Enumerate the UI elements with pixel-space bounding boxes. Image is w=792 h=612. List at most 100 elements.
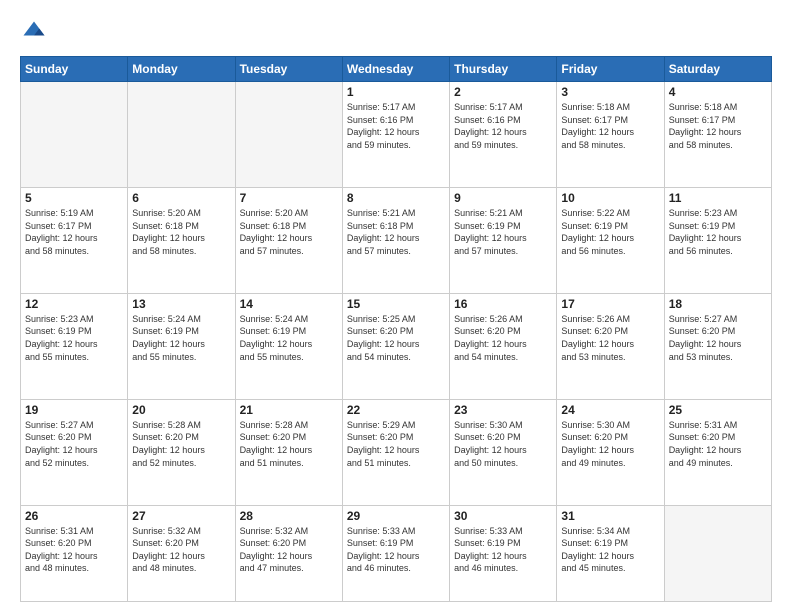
calendar-cell: 29Sunrise: 5:33 AM Sunset: 6:19 PM Dayli…: [342, 505, 449, 601]
calendar-cell: 24Sunrise: 5:30 AM Sunset: 6:20 PM Dayli…: [557, 399, 664, 505]
day-info: Sunrise: 5:27 AM Sunset: 6:20 PM Dayligh…: [669, 313, 767, 363]
calendar-table: SundayMondayTuesdayWednesdayThursdayFrid…: [20, 56, 772, 602]
weekday-header-saturday: Saturday: [664, 57, 771, 82]
calendar-cell: 2 Sunrise: 5:17 AM Sunset: 6:16 PM Daylig…: [450, 82, 557, 188]
day-number: 16: [454, 297, 552, 311]
day-number: 23: [454, 403, 552, 417]
day-info: Sunrise: 5:31 AM Sunset: 6:20 PM Dayligh…: [669, 419, 767, 469]
day-info: Sunrise: 5:30 AM Sunset: 6:20 PM Dayligh…: [454, 419, 552, 469]
day-info: Sunrise: 5:22 AM Sunset: 6:19 PM Dayligh…: [561, 207, 659, 257]
day-info: Sunrise: 5:25 AM Sunset: 6:20 PM Dayligh…: [347, 313, 445, 363]
day-info: Sunrise: 5:34 AM Sunset: 6:19 PM Dayligh…: [561, 525, 659, 575]
weekday-header-row: SundayMondayTuesdayWednesdayThursdayFrid…: [21, 57, 772, 82]
day-number: 10: [561, 191, 659, 205]
day-info: Sunrise: 5:17 AM Sunset: 6:16 PM Dayligh…: [454, 101, 552, 151]
day-number: 8: [347, 191, 445, 205]
calendar-cell: 27 Sunrise: 5:32 AM Sunset: 6:20 PM Dayli…: [128, 505, 235, 601]
day-info: Sunrise: 5:28 AM Sunset: 6:20 PM Dayligh…: [240, 419, 338, 469]
day-number: 1: [347, 85, 445, 99]
day-info: Sunrise: 5:26 AM Sunset: 6:20 PM Dayligh…: [454, 313, 552, 363]
calendar-cell: 31 Sunrise: 5:34 AM Sunset: 6:19 PM Dayli…: [557, 505, 664, 601]
day-number: 19: [25, 403, 123, 417]
day-info: Sunrise: 5:28 AM Sunset: 6:20 PM Dayligh…: [132, 419, 230, 469]
day-number: 11: [669, 191, 767, 205]
calendar-cell: 16 Sunrise: 5:26 AM Sunset: 6:20 PM Dayli…: [450, 293, 557, 399]
day-info: Sunrise: 5:26 AM Sunset: 6:20 PM Dayligh…: [561, 313, 659, 363]
weekday-header-monday: Monday: [128, 57, 235, 82]
day-info: Sunrise: 5:33 AM Sunset: 6:19 PM Dayligh…: [347, 525, 445, 575]
day-number: 7: [240, 191, 338, 205]
day-info: Sunrise: 5:27 AM Sunset: 6:20 PM Dayligh…: [25, 419, 123, 469]
calendar-cell: [235, 82, 342, 188]
day-info: Sunrise: 5:33 AM Sunset: 6:19 PM Dayligh…: [454, 525, 552, 575]
calendar-week-1: 1 Sunrise: 5:17 AM Sunset: 6:16 PM Daylig…: [21, 82, 772, 188]
day-info: Sunrise: 5:29 AM Sunset: 6:20 PM Dayligh…: [347, 419, 445, 469]
logo: [20, 18, 52, 46]
calendar-cell: 5Sunrise: 5:19 AM Sunset: 6:17 PM Daylig…: [21, 187, 128, 293]
day-info: Sunrise: 5:21 AM Sunset: 6:19 PM Dayligh…: [454, 207, 552, 257]
calendar-cell: 6 Sunrise: 5:20 AM Sunset: 6:18 PM Daylig…: [128, 187, 235, 293]
day-info: Sunrise: 5:30 AM Sunset: 6:20 PM Dayligh…: [561, 419, 659, 469]
day-number: 17: [561, 297, 659, 311]
day-number: 26: [25, 509, 123, 523]
day-number: 21: [240, 403, 338, 417]
calendar-cell: [21, 82, 128, 188]
day-info: Sunrise: 5:31 AM Sunset: 6:20 PM Dayligh…: [25, 525, 123, 575]
day-info: Sunrise: 5:24 AM Sunset: 6:19 PM Dayligh…: [240, 313, 338, 363]
day-info: Sunrise: 5:23 AM Sunset: 6:19 PM Dayligh…: [669, 207, 767, 257]
calendar-cell: [664, 505, 771, 601]
day-info: Sunrise: 5:19 AM Sunset: 6:17 PM Dayligh…: [25, 207, 123, 257]
header: [20, 18, 772, 46]
calendar-cell: 7 Sunrise: 5:20 AM Sunset: 6:18 PM Daylig…: [235, 187, 342, 293]
weekday-header-wednesday: Wednesday: [342, 57, 449, 82]
calendar-cell: 17 Sunrise: 5:26 AM Sunset: 6:20 PM Dayli…: [557, 293, 664, 399]
day-info: Sunrise: 5:23 AM Sunset: 6:19 PM Dayligh…: [25, 313, 123, 363]
day-info: Sunrise: 5:21 AM Sunset: 6:18 PM Dayligh…: [347, 207, 445, 257]
calendar-cell: 13Sunrise: 5:24 AM Sunset: 6:19 PM Dayli…: [128, 293, 235, 399]
day-number: 4: [669, 85, 767, 99]
day-number: 22: [347, 403, 445, 417]
calendar-cell: 23 Sunrise: 5:30 AM Sunset: 6:20 PM Dayli…: [450, 399, 557, 505]
day-number: 13: [132, 297, 230, 311]
day-number: 2: [454, 85, 552, 99]
calendar-cell: 1 Sunrise: 5:17 AM Sunset: 6:16 PM Daylig…: [342, 82, 449, 188]
weekday-header-friday: Friday: [557, 57, 664, 82]
day-info: Sunrise: 5:20 AM Sunset: 6:18 PM Dayligh…: [240, 207, 338, 257]
calendar-cell: 18Sunrise: 5:27 AM Sunset: 6:20 PM Dayli…: [664, 293, 771, 399]
calendar-cell: 15Sunrise: 5:25 AM Sunset: 6:20 PM Dayli…: [342, 293, 449, 399]
day-info: Sunrise: 5:20 AM Sunset: 6:18 PM Dayligh…: [132, 207, 230, 257]
day-number: 25: [669, 403, 767, 417]
calendar-cell: 22 Sunrise: 5:29 AM Sunset: 6:20 PM Dayli…: [342, 399, 449, 505]
day-number: 6: [132, 191, 230, 205]
day-number: 20: [132, 403, 230, 417]
calendar-cell: 12 Sunrise: 5:23 AM Sunset: 6:19 PM Dayli…: [21, 293, 128, 399]
weekday-header-sunday: Sunday: [21, 57, 128, 82]
day-number: 14: [240, 297, 338, 311]
logo-icon: [20, 18, 48, 46]
calendar-cell: 21 Sunrise: 5:28 AM Sunset: 6:20 PM Dayli…: [235, 399, 342, 505]
calendar-cell: 30 Sunrise: 5:33 AM Sunset: 6:19 PM Dayli…: [450, 505, 557, 601]
day-number: 28: [240, 509, 338, 523]
calendar-week-3: 12 Sunrise: 5:23 AM Sunset: 6:19 PM Dayli…: [21, 293, 772, 399]
day-info: Sunrise: 5:32 AM Sunset: 6:20 PM Dayligh…: [132, 525, 230, 575]
calendar-cell: 14 Sunrise: 5:24 AM Sunset: 6:19 PM Dayli…: [235, 293, 342, 399]
day-info: Sunrise: 5:17 AM Sunset: 6:16 PM Dayligh…: [347, 101, 445, 151]
calendar-cell: 11 Sunrise: 5:23 AM Sunset: 6:19 PM Dayli…: [664, 187, 771, 293]
weekday-header-tuesday: Tuesday: [235, 57, 342, 82]
day-info: Sunrise: 5:32 AM Sunset: 6:20 PM Dayligh…: [240, 525, 338, 575]
weekday-header-thursday: Thursday: [450, 57, 557, 82]
calendar-cell: 20 Sunrise: 5:28 AM Sunset: 6:20 PM Dayli…: [128, 399, 235, 505]
day-info: Sunrise: 5:18 AM Sunset: 6:17 PM Dayligh…: [561, 101, 659, 151]
day-number: 27: [132, 509, 230, 523]
day-number: 9: [454, 191, 552, 205]
day-number: 31: [561, 509, 659, 523]
calendar-cell: [128, 82, 235, 188]
calendar-cell: 10 Sunrise: 5:22 AM Sunset: 6:19 PM Dayli…: [557, 187, 664, 293]
day-number: 30: [454, 509, 552, 523]
page: SundayMondayTuesdayWednesdayThursdayFrid…: [0, 0, 792, 612]
day-number: 3: [561, 85, 659, 99]
calendar-week-2: 5Sunrise: 5:19 AM Sunset: 6:17 PM Daylig…: [21, 187, 772, 293]
calendar-cell: 19 Sunrise: 5:27 AM Sunset: 6:20 PM Dayli…: [21, 399, 128, 505]
calendar-cell: 4Sunrise: 5:18 AM Sunset: 6:17 PM Daylig…: [664, 82, 771, 188]
day-number: 12: [25, 297, 123, 311]
